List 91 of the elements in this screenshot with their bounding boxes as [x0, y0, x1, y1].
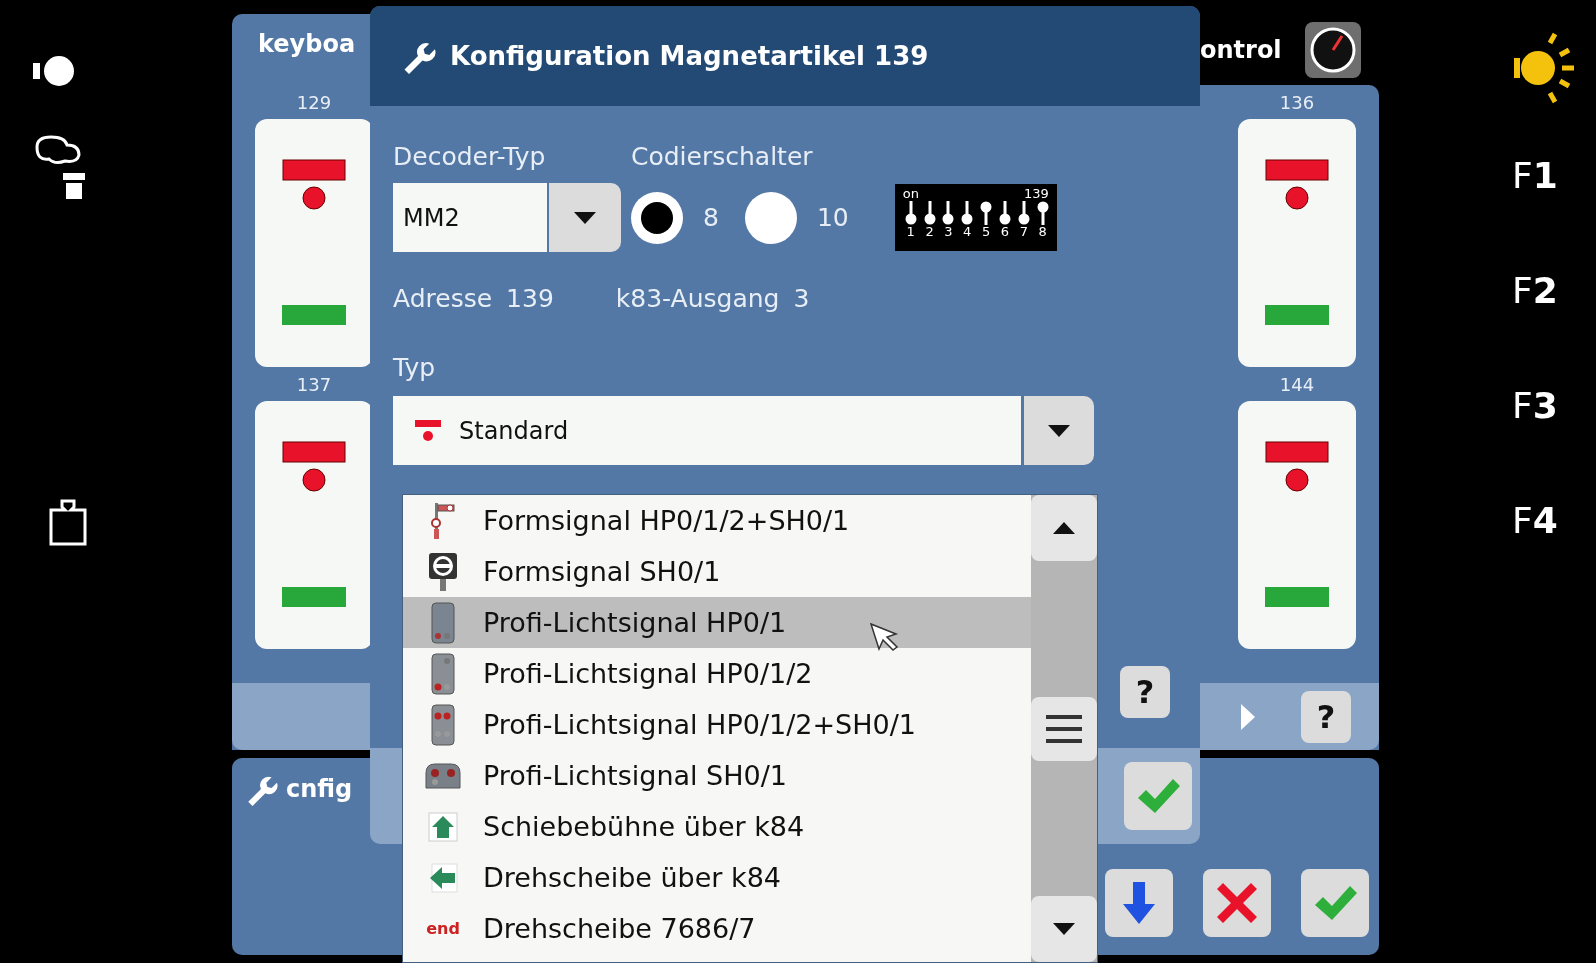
turnout-card[interactable]	[255, 119, 373, 367]
turnout-card[interactable]	[1238, 119, 1356, 367]
switch-number: 8	[1038, 225, 1047, 238]
turnout-card[interactable]	[1238, 401, 1356, 649]
arrow-left-icon	[428, 862, 458, 893]
dialog-title: Konfiguration Magnetartikel 139	[450, 41, 929, 71]
item-label: Profi-Lichtsignal HP0/1/2	[483, 658, 813, 689]
radio-label: 10	[816, 203, 849, 232]
card-number: 144	[1279, 373, 1315, 397]
radio-label: 8	[703, 203, 719, 232]
caret-down-icon	[1048, 424, 1070, 437]
caret-down-icon	[1053, 923, 1075, 935]
arrow-down-icon	[1121, 882, 1157, 924]
switch-number: 1	[906, 225, 915, 238]
output-value: 3	[793, 284, 810, 313]
card-number: 137	[296, 373, 332, 397]
dwarf-signal-icon	[425, 762, 461, 789]
stop-icon[interactable]	[1265, 441, 1329, 493]
dip-on-label: on	[902, 187, 919, 201]
light-signal-icon	[430, 601, 456, 644]
weight-icon[interactable]	[48, 498, 88, 546]
radio-button[interactable]	[631, 191, 683, 244]
light-signal-icon	[430, 703, 456, 746]
dropdown-button[interactable]	[549, 183, 621, 252]
stop-icon[interactable]	[282, 159, 346, 211]
item-label: Formsignal HP0/1/2+SH0/1	[483, 505, 850, 536]
dip-value: 139	[1023, 187, 1049, 201]
caret-up-icon	[1053, 522, 1075, 534]
card-number: 129	[296, 91, 332, 115]
help-button[interactable]: ?	[1120, 666, 1170, 718]
caret-down-icon	[574, 211, 596, 224]
address-value: 139	[506, 284, 554, 313]
list-item[interactable]: Profi-Lichtsignal HP0/1	[403, 597, 1031, 648]
light-icon[interactable]	[33, 55, 77, 87]
list-item[interactable]: Profi-Lichtsignal HP0/1/2+SH0/1	[403, 699, 1031, 750]
field-label: Decoder-Typ	[393, 142, 547, 171]
menu-icon	[1046, 714, 1082, 743]
dropdown-button[interactable]	[1024, 396, 1094, 465]
card-number: 136	[1279, 91, 1315, 115]
stop-icon[interactable]	[1265, 159, 1329, 211]
item-label: Schiebebühne über k84	[483, 811, 805, 842]
field-label: k83-Ausgang	[615, 284, 780, 313]
scroll-up-button[interactable]	[1031, 495, 1097, 561]
list-item[interactable]: Profi-Lichtsignal SH0/1	[403, 750, 1031, 801]
tab-label[interactable]: ontrol	[1200, 35, 1282, 64]
list-item[interactable]: Formsignal HP0/1/2+SH0/1	[403, 495, 1031, 546]
gauge-icon[interactable]	[1303, 20, 1362, 79]
function-key[interactable]: F3	[1512, 385, 1558, 500]
field-label: Adresse	[393, 284, 493, 313]
panel-title: keyboa	[258, 30, 356, 58]
stop-icon[interactable]	[282, 441, 346, 493]
close-icon	[1217, 883, 1257, 923]
dropdown-value: Standard	[459, 416, 569, 445]
scrollbar[interactable]	[1031, 495, 1097, 962]
switch-number: 4	[963, 225, 972, 238]
help-button[interactable]: ?	[1301, 690, 1351, 743]
switch-number: 3	[944, 225, 953, 238]
move-down-button[interactable]	[1105, 869, 1173, 937]
field-label: Codierschalter	[631, 142, 814, 171]
decoder-dropdown[interactable]: MM2	[393, 183, 631, 252]
switch-number: 5	[981, 225, 991, 238]
list-item[interactable]: Drehscheibe über k84	[403, 852, 1031, 903]
function-key[interactable]: F1	[1512, 155, 1558, 270]
field-label: Typ	[393, 353, 437, 382]
scroll-down-button[interactable]	[1031, 896, 1097, 962]
switch-number: 6	[1000, 225, 1010, 238]
function-key[interactable]: F4	[1512, 500, 1558, 615]
dropdown-value: MM2	[393, 183, 547, 252]
end-label: end	[426, 919, 460, 938]
item-label: Profi-Lichtsignal HP0/1	[483, 607, 787, 638]
item-label: Drehscheibe 7686/7	[483, 913, 756, 944]
switch-number: 2	[925, 225, 934, 238]
list-item[interactable]: Formsignal SH0/1	[403, 546, 1031, 597]
function-key[interactable]: F2	[1512, 270, 1558, 385]
item-label: Profi-Lichtsignal HP0/1/2+SH0/1	[483, 709, 916, 740]
cancel-button[interactable]	[1203, 869, 1271, 937]
cursor-icon	[870, 623, 900, 651]
signal-icon	[415, 419, 441, 442]
list-item[interactable]: Schiebebühne über k84	[403, 801, 1031, 852]
item-label: Profi-Lichtsignal SH0/1	[483, 760, 787, 791]
scroll-handle[interactable]	[1031, 696, 1097, 761]
list-item[interactable]: end Drehscheibe 7686/7	[403, 903, 1031, 954]
turnout-card[interactable]	[255, 401, 373, 649]
semaphore-icon	[430, 500, 456, 541]
item-label: Drehscheibe über k84	[483, 862, 782, 893]
panel-title: cnfig	[286, 775, 353, 803]
light-signal-icon	[430, 652, 456, 695]
switch-number: 7	[1019, 225, 1028, 238]
list-item[interactable]: Profi-Lichtsignal HP0/1/2	[403, 648, 1031, 699]
disc-signal-icon	[428, 551, 458, 592]
item-label: Formsignal SH0/1	[483, 556, 721, 587]
